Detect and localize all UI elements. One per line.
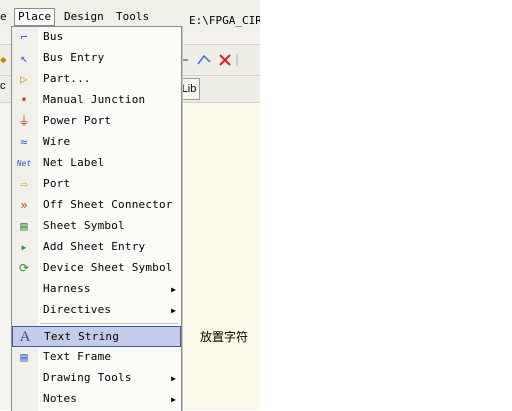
no-erc-icon	[219, 54, 231, 66]
menu-item-label: Off Sheet Connector	[43, 198, 173, 211]
menu-item-label: Bus Entry	[43, 51, 105, 64]
menu-item-off-sheet-connector[interactable]: » Off Sheet Connector	[12, 195, 181, 216]
menu-item-label: Port	[43, 177, 71, 190]
menu-item-directives[interactable]: Directives ▶	[12, 300, 181, 321]
menu-item-label: Bus	[43, 30, 64, 43]
menu-item-bus[interactable]: ⌐ Bus	[12, 27, 181, 48]
menu-item-harness[interactable]: Harness ▶	[12, 279, 181, 300]
menu-item-label: Notes	[43, 392, 78, 405]
menu-item-label: Manual Junction	[43, 93, 146, 106]
menu-item-bus-entry[interactable]: ↖ Bus Entry	[12, 48, 181, 69]
text-string-icon: A	[19, 329, 31, 345]
menu-item-port[interactable]: ⇨ Port	[12, 174, 181, 195]
submenu-arrow-icon: ▶	[171, 306, 176, 315]
menu-edge-fragment: e	[0, 10, 7, 23]
menu-item-power-port[interactable]: ⏚ Power Port	[12, 111, 181, 132]
device-sheet-icon: ⟳	[18, 261, 30, 275]
junction-icon: •	[20, 93, 28, 107]
status-tooltip: 放置字符	[200, 330, 249, 344]
menu-design[interactable]: Design	[61, 9, 107, 25]
menu-item-label: Part...	[43, 72, 91, 85]
menu-item-sheet-symbol[interactable]: ▤ Sheet Symbol	[12, 216, 181, 237]
menu-item-label: Power Port	[43, 114, 112, 127]
menu-item-text-string[interactable]: A Text String	[12, 326, 181, 347]
menu-item-label: Device Sheet Symbol	[43, 261, 173, 274]
bus-icon: ⌐	[20, 30, 28, 44]
menu-item-part[interactable]: ▷ Part...	[12, 69, 181, 90]
wire-icon: ≈	[20, 135, 28, 149]
net-label-icon: Net	[16, 159, 32, 168]
menu-item-label: Sheet Symbol	[43, 219, 125, 232]
menu-item-label: Net Label	[43, 156, 105, 169]
menu-item-label: Add Sheet Entry	[43, 240, 146, 253]
port-icon: ⇨	[20, 177, 28, 191]
menu-item-device-sheet-symbol[interactable]: ⟳ Device Sheet Symbol	[12, 258, 181, 279]
menu-item-notes[interactable]: Notes ▶	[12, 389, 181, 410]
submenu-arrow-icon: ▶	[171, 395, 176, 404]
menu-item-label: Wire	[43, 135, 71, 148]
place-dropdown-menu: ⌐ Bus ↖ Bus Entry ▷ Part... • Manual Junction ⏚ P…	[11, 26, 182, 411]
menu-item-net-label[interactable]: Net Net Label	[12, 153, 181, 174]
sheet-entry-icon: ▸	[20, 240, 28, 254]
menu-item-wire[interactable]: ≈ Wire	[12, 132, 181, 153]
part-icon: ▷	[20, 72, 28, 86]
menu-item-manual-junction[interactable]: • Manual Junction	[12, 90, 181, 111]
menu-place[interactable]: Place	[14, 8, 56, 26]
toolbar-icons[interactable]	[182, 52, 242, 68]
submenu-arrow-icon: ▶	[171, 285, 176, 294]
off-sheet-connector-icon: »	[20, 198, 28, 212]
bus-entry-icon: ↖	[20, 51, 28, 65]
document-path: E:\FPGA_CIRC	[189, 14, 260, 27]
menu-item-text-frame[interactable]: ▤ Text Frame	[12, 347, 181, 368]
schematic-sheet[interactable]	[180, 103, 260, 410]
menu-item-label: Drawing Tools	[43, 371, 132, 384]
toolbar-left-icon[interactable]: ◆	[0, 53, 7, 66]
menu-item-label: Directives	[43, 303, 112, 316]
sheet-symbol-icon: ▤	[20, 219, 28, 233]
power-port-icon: ⏚	[17, 114, 30, 128]
menu-separator	[40, 323, 178, 324]
menu-tools[interactable]: Tools	[113, 9, 152, 25]
context-field[interactable]: c	[0, 80, 6, 92]
menu-item-drawing-tools[interactable]: Drawing Tools ▶	[12, 368, 181, 389]
menu-item-label: Harness	[43, 282, 91, 295]
text-frame-icon: ▤	[20, 350, 28, 364]
menu-item-label: Text String	[44, 330, 120, 343]
submenu-arrow-icon: ▶	[171, 374, 176, 383]
menu-item-label: Text Frame	[43, 350, 112, 363]
menu-item-add-sheet-entry[interactable]: ▸ Add Sheet Entry	[12, 237, 181, 258]
place-wire-icon	[197, 54, 211, 65]
